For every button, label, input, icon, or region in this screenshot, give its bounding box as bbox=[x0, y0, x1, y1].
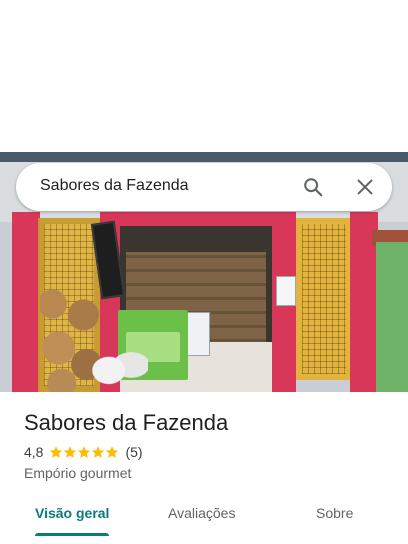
active-tab-indicator bbox=[35, 533, 109, 536]
search-bar[interactable]: Sabores da Fazenda bbox=[16, 163, 392, 211]
search-icon[interactable] bbox=[302, 176, 324, 198]
star-icon bbox=[106, 446, 119, 458]
rating-row[interactable]: 4,8 (5) bbox=[24, 444, 143, 460]
place-tabs: Visão geral Avaliações Sobre bbox=[0, 496, 408, 544]
tab-about[interactable]: Sobre bbox=[316, 505, 353, 521]
tab-overview[interactable]: Visão geral bbox=[35, 505, 109, 521]
tab-reviews[interactable]: Avaliações bbox=[168, 505, 235, 521]
star-icon bbox=[64, 446, 77, 458]
star-icon bbox=[92, 446, 105, 458]
rating-value: 4,8 bbox=[24, 444, 44, 460]
blank-area bbox=[0, 0, 408, 152]
place-title: Sabores da Fazenda bbox=[24, 410, 229, 435]
close-icon[interactable] bbox=[354, 176, 376, 198]
star-icon bbox=[78, 446, 91, 458]
star-icon bbox=[50, 446, 63, 458]
rating-stars bbox=[49, 445, 119, 459]
search-input[interactable]: Sabores da Fazenda bbox=[40, 177, 189, 195]
review-count: (5) bbox=[125, 444, 143, 460]
place-category: Empório gourmet bbox=[24, 465, 132, 481]
